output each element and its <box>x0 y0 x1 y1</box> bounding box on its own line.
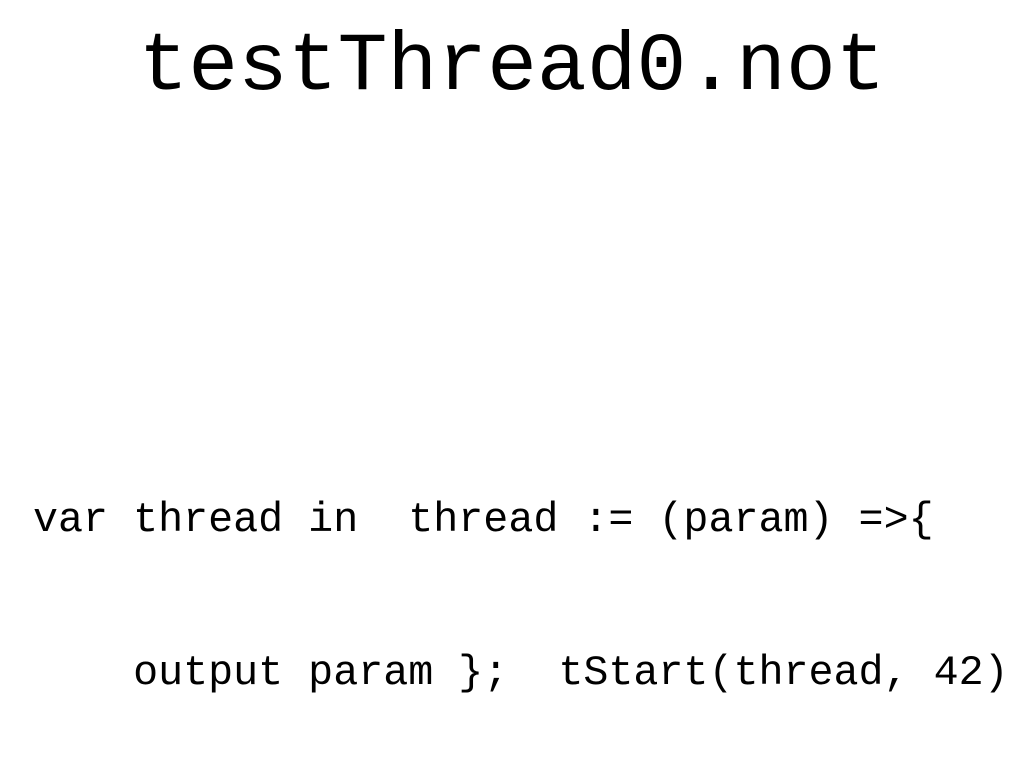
code-line: var thread in thread := (param) =>{ <box>33 496 934 544</box>
slide-title: testThread0.not <box>138 20 886 114</box>
code-block: var thread in thread := (param) =>{ outp… <box>33 393 1009 750</box>
code-line: output param }; tStart(thread, 42) <box>33 649 1009 697</box>
